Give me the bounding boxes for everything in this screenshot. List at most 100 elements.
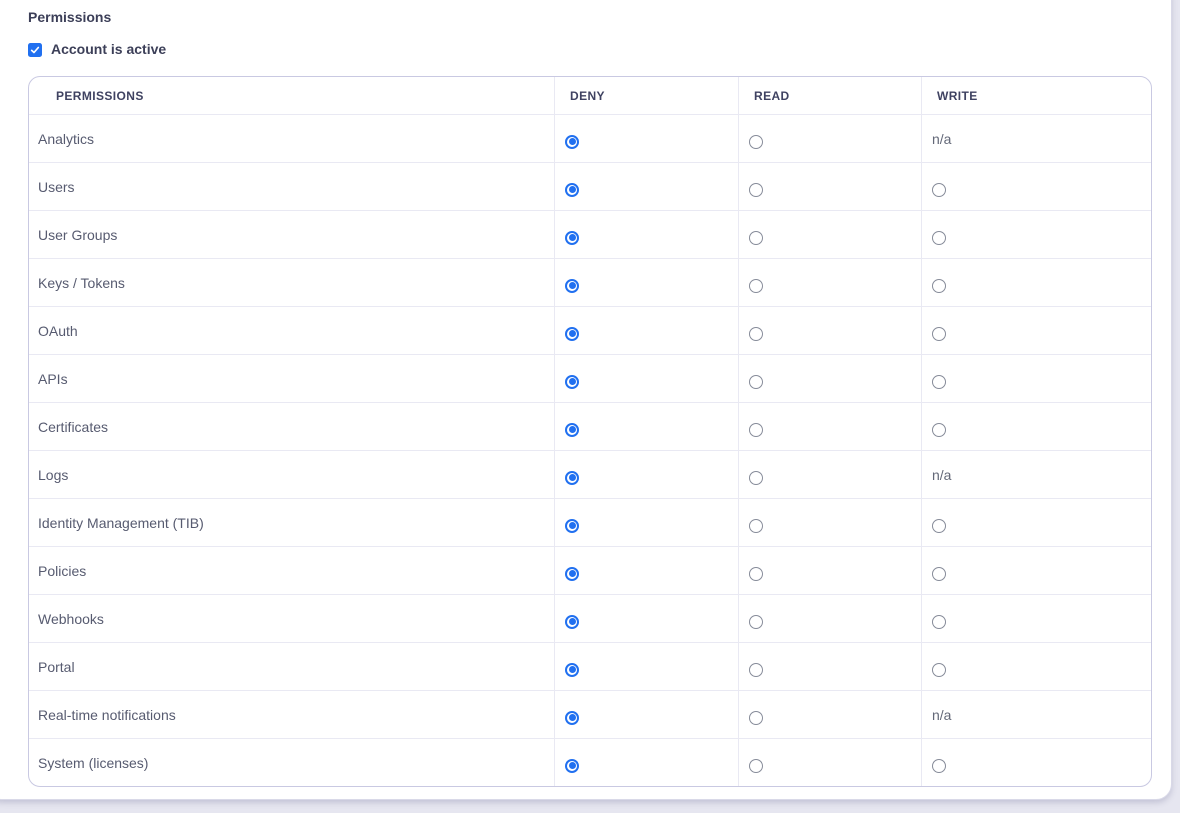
write-cell	[921, 403, 1151, 450]
permissions-section: Permissions Account is active PERMISSION…	[0, 0, 1180, 813]
deny-radio-real-time-notifications[interactable]	[565, 711, 579, 725]
permission-label: Users	[29, 163, 554, 210]
permission-label: Real-time notifications	[29, 691, 554, 738]
write-cell	[921, 595, 1151, 642]
permission-label: Webhooks	[29, 595, 554, 642]
permission-label: OAuth	[29, 307, 554, 354]
table-row-policies: Policies	[29, 546, 1151, 594]
read-radio-portal[interactable]	[749, 663, 763, 677]
write-radio-oauth[interactable]	[932, 327, 946, 341]
table-row-oauth: OAuth	[29, 306, 1151, 354]
write-cell	[921, 163, 1151, 210]
permission-label: User Groups	[29, 211, 554, 258]
write-radio-users[interactable]	[932, 183, 946, 197]
read-radio-webhooks[interactable]	[749, 615, 763, 629]
table-row-portal: Portal	[29, 642, 1151, 690]
deny-cell	[554, 547, 738, 594]
na-label: n/a	[932, 707, 951, 723]
read-radio-user-groups[interactable]	[749, 231, 763, 245]
read-radio-users[interactable]	[749, 183, 763, 197]
table-row-system-licenses: System (licenses)	[29, 738, 1151, 786]
write-radio-policies[interactable]	[932, 567, 946, 581]
table-row-certificates: Certificates	[29, 402, 1151, 450]
table-row-logs: Logs n/a	[29, 450, 1151, 498]
write-radio-webhooks[interactable]	[932, 615, 946, 629]
read-cell	[738, 499, 921, 546]
table-body: Analyticsn/aUsersUser GroupsKeys / Token…	[29, 114, 1151, 786]
write-radio-user-groups[interactable]	[932, 231, 946, 245]
deny-radio-users[interactable]	[565, 183, 579, 197]
deny-radio-keys-tokens[interactable]	[565, 279, 579, 293]
account-active-row[interactable]: Account is active	[28, 41, 166, 58]
read-radio-policies[interactable]	[749, 567, 763, 581]
read-radio-certificates[interactable]	[749, 423, 763, 437]
deny-radio-oauth[interactable]	[565, 327, 579, 341]
read-cell	[738, 547, 921, 594]
write-cell: n/a	[921, 451, 1151, 498]
checkmark-icon	[30, 45, 40, 55]
table-row-apis: APIs	[29, 354, 1151, 402]
deny-radio-analytics[interactable]	[565, 135, 579, 149]
account-active-label: Account is active	[51, 41, 166, 58]
read-cell	[738, 403, 921, 450]
write-cell: n/a	[921, 691, 1151, 738]
read-cell	[738, 307, 921, 354]
write-cell	[921, 355, 1151, 402]
write-radio-system-licenses[interactable]	[932, 759, 946, 773]
read-radio-keys-tokens[interactable]	[749, 279, 763, 293]
write-radio-apis[interactable]	[932, 375, 946, 389]
read-cell	[738, 211, 921, 258]
deny-cell	[554, 451, 738, 498]
permission-label: Logs	[29, 451, 554, 498]
write-radio-identity-management-tib[interactable]	[932, 519, 946, 533]
deny-radio-system-licenses[interactable]	[565, 759, 579, 773]
read-radio-analytics[interactable]	[749, 135, 763, 149]
deny-cell	[554, 403, 738, 450]
write-cell	[921, 643, 1151, 690]
read-radio-identity-management-tib[interactable]	[749, 519, 763, 533]
read-cell	[738, 451, 921, 498]
write-cell	[921, 259, 1151, 306]
write-radio-portal[interactable]	[932, 663, 946, 677]
read-radio-system-licenses[interactable]	[749, 759, 763, 773]
deny-radio-policies[interactable]	[565, 567, 579, 581]
write-radio-certificates[interactable]	[932, 423, 946, 437]
read-cell	[738, 355, 921, 402]
deny-radio-apis[interactable]	[565, 375, 579, 389]
permission-label: Portal	[29, 643, 554, 690]
read-cell	[738, 691, 921, 738]
deny-cell	[554, 691, 738, 738]
deny-radio-certificates[interactable]	[565, 423, 579, 437]
read-radio-logs[interactable]	[749, 471, 763, 485]
deny-cell	[554, 595, 738, 642]
permission-label: Certificates	[29, 403, 554, 450]
deny-radio-user-groups[interactable]	[565, 231, 579, 245]
table-row-keys-tokens: Keys / Tokens	[29, 258, 1151, 306]
permission-label: APIs	[29, 355, 554, 402]
page: Permissions Account is active PERMISSION…	[0, 0, 1180, 813]
write-radio-keys-tokens[interactable]	[932, 279, 946, 293]
deny-radio-webhooks[interactable]	[565, 615, 579, 629]
read-radio-oauth[interactable]	[749, 327, 763, 341]
permission-label: Identity Management (TIB)	[29, 499, 554, 546]
deny-cell	[554, 739, 738, 786]
table-row-identity-management-tib: Identity Management (TIB)	[29, 498, 1151, 546]
deny-radio-logs[interactable]	[565, 471, 579, 485]
deny-cell	[554, 259, 738, 306]
table-row-users: Users	[29, 162, 1151, 210]
deny-cell	[554, 643, 738, 690]
deny-cell	[554, 307, 738, 354]
read-cell	[738, 643, 921, 690]
read-cell	[738, 163, 921, 210]
table-row-webhooks: Webhooks	[29, 594, 1151, 642]
read-radio-apis[interactable]	[749, 375, 763, 389]
read-cell	[738, 739, 921, 786]
permission-label: Policies	[29, 547, 554, 594]
deny-radio-portal[interactable]	[565, 663, 579, 677]
read-radio-real-time-notifications[interactable]	[749, 711, 763, 725]
table-row-user-groups: User Groups	[29, 210, 1151, 258]
deny-radio-identity-management-tib[interactable]	[565, 519, 579, 533]
table-header-row: PERMISSIONS DENY READ WRITE	[29, 77, 1151, 114]
account-active-checkbox[interactable]	[28, 43, 42, 57]
read-cell	[738, 115, 921, 162]
